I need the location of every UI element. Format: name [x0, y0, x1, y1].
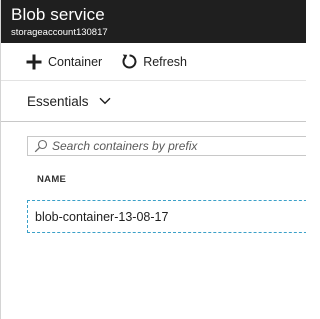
- refresh-icon: [120, 53, 138, 71]
- add-container-button[interactable]: Container: [25, 53, 102, 71]
- container-name: blob-container-13-08-17: [35, 209, 169, 224]
- blade-title: Blob service: [11, 5, 105, 24]
- chevron-down-icon: [99, 97, 111, 105]
- search-input[interactable]: [52, 139, 292, 153]
- plus-icon: [25, 53, 43, 71]
- table-row[interactable]: blob-container-13-08-17: [27, 200, 306, 233]
- column-header-name[interactable]: NAME: [37, 174, 66, 185]
- refresh-label: Refresh: [143, 54, 187, 69]
- blade-header: Blob service storageaccount130817: [1, 0, 306, 43]
- command-bar: Container Refresh: [1, 43, 306, 81]
- search-box[interactable]: [27, 136, 306, 156]
- essentials-toggle[interactable]: Essentials: [1, 81, 306, 122]
- essentials-label: Essentials: [27, 93, 89, 109]
- blob-service-blade: Blob service storageaccount130817 Contai…: [0, 0, 306, 319]
- add-container-label: Container: [48, 54, 103, 69]
- refresh-button[interactable]: Refresh: [120, 53, 187, 71]
- search-icon: [34, 139, 48, 153]
- blade-subtitle: storageaccount130817: [11, 27, 108, 38]
